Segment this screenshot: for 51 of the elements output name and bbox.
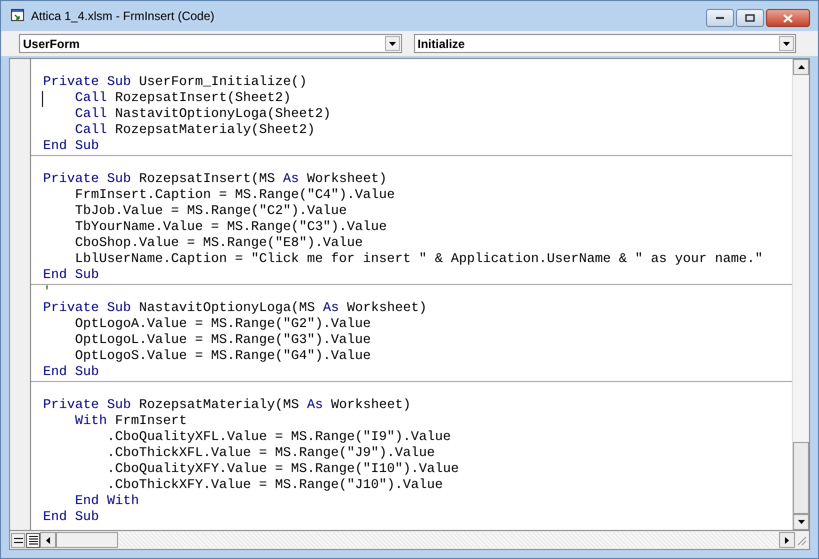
scroll-left-icon bbox=[46, 536, 50, 544]
vertical-scrollbar[interactable] bbox=[792, 59, 809, 530]
close-button[interactable] bbox=[766, 9, 810, 27]
resize-grip-icon[interactable] bbox=[795, 534, 809, 546]
code-line: .CboThickXFL.Value = MS.Range("J9").Value bbox=[106, 446, 435, 461]
code-line: Call RozepsatInsert(Sheet2) bbox=[74, 91, 291, 106]
module-view-icon bbox=[28, 536, 38, 544]
code-line: End With bbox=[74, 494, 139, 509]
code-line: End Sub bbox=[43, 365, 99, 380]
scrollbar-thumb[interactable] bbox=[56, 532, 118, 548]
code-line: OptLogoS.Value = MS.Range("G4").Value bbox=[74, 349, 371, 364]
code-line: .CboQualityXFY.Value = MS.Range("I10").Value bbox=[106, 462, 459, 477]
code-line: FrmInsert.Caption = MS.Range("C4").Value bbox=[74, 188, 395, 203]
code-line: With FrmInsert bbox=[74, 414, 187, 429]
code-line: Private Sub UserForm_Initialize() bbox=[43, 75, 307, 90]
code-line: TbJob.Value = MS.Range("C2").Value bbox=[74, 204, 347, 219]
close-icon bbox=[783, 14, 793, 22]
code-line: End Sub bbox=[43, 139, 99, 154]
procedure-dropdown[interactable]: Initialize bbox=[414, 34, 796, 53]
code-window-icon bbox=[11, 9, 25, 23]
code-line: TbYourName.Value = MS.Range("C3").Value bbox=[74, 220, 387, 235]
code-line: Call NastavitOptionyLoga(Sheet2) bbox=[74, 107, 331, 122]
dropdown-arrow-icon bbox=[388, 42, 396, 46]
code-line: LblUserName.Caption = "Click me for insert " & Application.UserName & " as your name." bbox=[74, 252, 763, 267]
code-line: OptLogoA.Value = MS.Range("G2").Value bbox=[74, 317, 371, 332]
scroll-up-icon bbox=[798, 65, 804, 69]
object-dropdown[interactable]: UserForm bbox=[19, 34, 402, 53]
code-line: Private Sub RozepsatInsert(MS As Worksheet) bbox=[43, 172, 387, 187]
module-view-button[interactable] bbox=[26, 532, 40, 548]
code-line: Private Sub RozepsatMaterialy(MS As Worksheet) bbox=[43, 398, 411, 413]
window-title: Attica 1_4.xlsm - FrmInsert (Code) bbox=[31, 9, 214, 23]
procedure-view-icon bbox=[14, 536, 22, 544]
code-line: Private Sub NastavitOptionyLoga(MS As Worksheet) bbox=[43, 301, 427, 316]
code-line: End Sub bbox=[43, 510, 99, 525]
code-line: .CboThickXFY.Value = MS.Range("J10").Value bbox=[106, 478, 443, 493]
scrollbar-thumb[interactable] bbox=[793, 442, 809, 514]
horizontal-scrollbar[interactable] bbox=[40, 532, 795, 548]
code-line: OptLogoL.Value = MS.Range("G3").Value bbox=[74, 333, 371, 348]
maximize-button[interactable] bbox=[736, 9, 764, 27]
code-line: Call RozepsatMaterialy(Sheet2) bbox=[74, 123, 315, 138]
dropdown-arrow-icon bbox=[783, 42, 790, 46]
minimize-icon bbox=[715, 16, 725, 20]
procedure-view-button[interactable] bbox=[11, 532, 25, 548]
scroll-down-icon bbox=[798, 520, 804, 524]
code-line: CboShop.Value = MS.Range("E8").Value bbox=[74, 236, 363, 251]
code-line: .CboQualityXFL.Value = MS.Range("I9").Value bbox=[106, 430, 451, 445]
comment-mark: ' bbox=[43, 285, 51, 300]
code-line: End Sub bbox=[43, 268, 99, 283]
scroll-right-icon bbox=[785, 536, 789, 544]
maximize-icon bbox=[745, 14, 755, 22]
minimize-button[interactable] bbox=[706, 9, 734, 27]
